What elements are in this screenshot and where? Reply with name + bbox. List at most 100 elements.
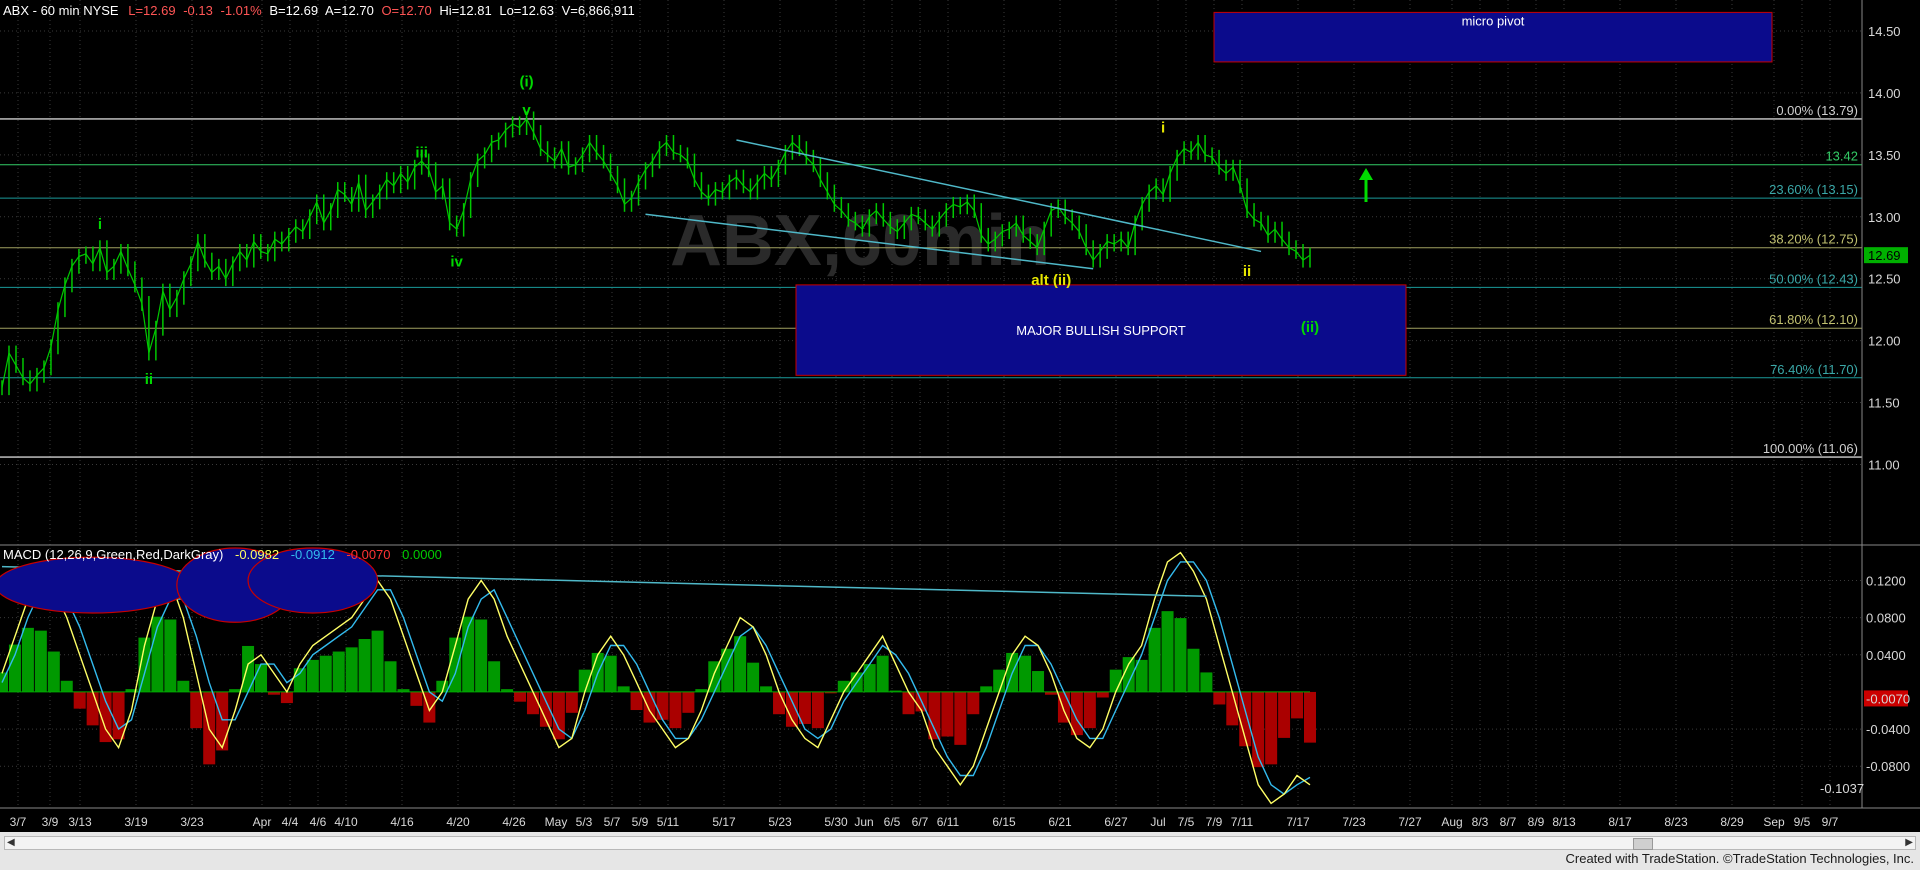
fib-label: 13.42 bbox=[1825, 149, 1858, 164]
macd-zero-value: 0.0000 bbox=[402, 547, 442, 562]
macd-tick-label: 0.1200 bbox=[1866, 574, 1906, 589]
x-tick-label: 4/4 bbox=[282, 815, 299, 829]
macd-histogram-bar bbox=[980, 686, 993, 692]
macd-tick-label: 0.0400 bbox=[1866, 648, 1906, 663]
header-symbol: ABX - 60 min NYSE bbox=[3, 3, 119, 18]
wave-label: ii bbox=[145, 371, 153, 388]
x-tick-label: 6/15 bbox=[992, 815, 1016, 829]
x-tick-label: 3/23 bbox=[180, 815, 204, 829]
macd-current-label: -0.1037 bbox=[1820, 781, 1864, 796]
x-tick-label: 3/19 bbox=[124, 815, 148, 829]
x-tick-label: 8/23 bbox=[1664, 815, 1688, 829]
macd-histogram-bar bbox=[0, 672, 8, 692]
wave-label: (ii) bbox=[1301, 319, 1319, 336]
macd-histogram-bar bbox=[280, 691, 293, 704]
price-chart: ABX,60min 0.00% (13.79)13.4223.60% (13.1… bbox=[0, 0, 1920, 832]
time-scrollbar[interactable]: ◀ ▶ bbox=[4, 836, 1916, 850]
fib-label: 50.00% (12.43) bbox=[1769, 271, 1858, 286]
macd-histogram-bar bbox=[1174, 618, 1187, 692]
svg-text:ABX - 60 min NYSE L=12.69: ABX - 60 min NYSE L=12.69 -0.13 -1.01% B… bbox=[3, 3, 635, 18]
macd-histogram-bar bbox=[384, 661, 397, 692]
macd-histogram-bar bbox=[1278, 691, 1291, 738]
x-tick-label: 7/27 bbox=[1398, 815, 1422, 829]
x-tick-label: 8/7 bbox=[1500, 815, 1517, 829]
fib-label: 61.80% (12.10) bbox=[1769, 312, 1858, 327]
x-tick-label: 9/7 bbox=[1822, 815, 1839, 829]
x-tick-label: 6/21 bbox=[1048, 815, 1072, 829]
x-tick-label: 4/6 bbox=[310, 815, 327, 829]
macd-histogram-bar bbox=[1265, 691, 1278, 765]
macd-histogram-bar bbox=[164, 619, 177, 692]
macd-histogram-bar bbox=[617, 686, 630, 692]
x-tick-label: May bbox=[545, 815, 568, 829]
wave-label: (i) bbox=[520, 74, 534, 91]
macd-histogram-bar bbox=[811, 691, 824, 729]
macd-histogram-bar bbox=[190, 691, 203, 729]
y-tick-label: 12.00 bbox=[1868, 334, 1901, 349]
x-tick-label: 5/11 bbox=[657, 815, 680, 829]
macd-histogram-bar bbox=[177, 680, 190, 692]
macd-histogram-bar bbox=[902, 691, 915, 715]
macd-histogram-bar bbox=[682, 691, 695, 713]
wave-label: iv bbox=[450, 253, 463, 270]
macd-histogram-bar bbox=[630, 691, 643, 711]
macd-signal-value: -0.0912 bbox=[291, 547, 335, 562]
wave-label: iii bbox=[415, 144, 428, 161]
macd-histogram-bar bbox=[863, 664, 876, 692]
macd-histogram-bar bbox=[112, 691, 125, 740]
macd-histogram-bar bbox=[1109, 669, 1122, 692]
macd-histogram-bar bbox=[1304, 691, 1316, 743]
macd-name: MACD (12,26,9,Green,Red,DarkGray) bbox=[3, 547, 223, 562]
wave-label: i bbox=[1161, 120, 1165, 137]
macd-histogram-bar bbox=[21, 627, 34, 692]
macd-histogram-bar bbox=[967, 691, 980, 715]
macd-histogram-bar bbox=[488, 661, 501, 692]
x-tick-label: 4/20 bbox=[446, 815, 470, 829]
y-tick-label: 12.50 bbox=[1868, 272, 1901, 287]
wave-label: i bbox=[98, 216, 102, 233]
fib-label: 0.00% (13.79) bbox=[1776, 103, 1858, 118]
zone-box-label: MAJOR BULLISH SUPPORT bbox=[1016, 323, 1186, 338]
macd-histogram-bar bbox=[928, 691, 941, 740]
fib-label: 100.00% (11.06) bbox=[1763, 441, 1858, 456]
macd-histogram-bar bbox=[773, 691, 786, 715]
macd-histogram-bar bbox=[47, 651, 60, 692]
x-tick-label: 7/5 bbox=[1178, 815, 1195, 829]
macd-histogram-bar bbox=[643, 691, 656, 723]
scroll-thumb[interactable] bbox=[1633, 838, 1653, 850]
x-tick-label: Jul bbox=[1150, 815, 1165, 829]
x-tick-label: Apr bbox=[253, 815, 272, 829]
macd-histogram-bar bbox=[1291, 691, 1304, 719]
scroll-right-arrow-icon[interactable]: ▶ bbox=[1905, 837, 1913, 848]
macd-histogram-bar bbox=[747, 662, 760, 692]
macd-histogram-bar bbox=[332, 651, 345, 692]
header-last: L=12.69 bbox=[128, 3, 175, 18]
y-tick-label: 13.00 bbox=[1868, 210, 1901, 225]
x-tick-label: 8/9 bbox=[1528, 815, 1545, 829]
macd-ellipse bbox=[0, 556, 191, 614]
macd-histogram-bar bbox=[526, 691, 539, 715]
x-tick-label: 6/5 bbox=[884, 815, 901, 829]
fib-label: 23.60% (13.15) bbox=[1769, 182, 1858, 197]
macd-histogram-bar bbox=[358, 639, 371, 692]
x-tick-label: 7/23 bbox=[1342, 815, 1366, 829]
scroll-left-arrow-icon[interactable]: ◀ bbox=[7, 837, 15, 848]
x-tick-label: 8/17 bbox=[1608, 815, 1632, 829]
x-tick-label: 5/23 bbox=[768, 815, 792, 829]
macd-histogram-bar bbox=[1148, 627, 1161, 692]
x-tick-label: 7/17 bbox=[1286, 815, 1310, 829]
macd-histogram-bar bbox=[565, 691, 578, 713]
macd-histogram-bar bbox=[8, 644, 21, 692]
fib-label: 38.20% (12.75) bbox=[1769, 232, 1858, 247]
footer-credit: Created with TradeStation. ©TradeStation… bbox=[1565, 851, 1915, 866]
svg-text:MACD (12,26,9,Green,Red,DarkGr: MACD (12,26,9,Green,Red,DarkGray) -0.098… bbox=[3, 547, 442, 562]
y-tick-label: 14.00 bbox=[1868, 86, 1901, 101]
header-open: O=12.70 bbox=[381, 3, 431, 18]
x-tick-label: 3/7 bbox=[10, 815, 27, 829]
x-tick-label: 4/26 bbox=[502, 815, 526, 829]
x-tick-label: 4/10 bbox=[334, 815, 358, 829]
x-tick-label: 7/11 bbox=[1231, 815, 1254, 829]
x-tick-label: 6/11 bbox=[937, 815, 960, 829]
header-bid: B=12.69 bbox=[269, 3, 318, 18]
x-tick-label: 5/7 bbox=[604, 815, 621, 829]
